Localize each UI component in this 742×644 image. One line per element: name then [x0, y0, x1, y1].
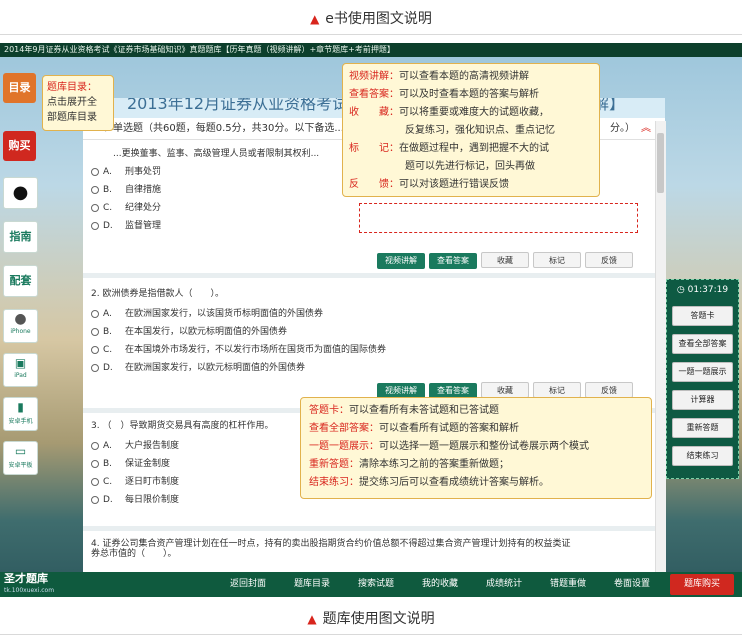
android-phone-button[interactable]: ▮ 安卓手机 — [3, 397, 38, 431]
catalog-button[interactable]: 目录 — [3, 73, 36, 103]
option-c[interactable]: C. 逐日盯市制度 — [91, 474, 179, 487]
tablet-icon: ▣ — [14, 356, 27, 370]
option-d[interactable]: D. 每日限价制度 — [91, 492, 179, 505]
buy-button[interactable]: 购买 — [3, 131, 36, 161]
app-window: 2014年9月证券从业资格考试《证券市场基础知识》真题题库【历年真题（视频讲解）… — [0, 43, 742, 597]
question-divider — [83, 526, 665, 531]
radio-icon[interactable] — [91, 327, 99, 336]
question-text: ...更换董事、监事、高级管理人员或者限制其权利... — [113, 149, 320, 159]
nav-favorites[interactable]: 我的收藏 — [412, 572, 468, 597]
answer-card-button[interactable]: 答题卡 — [672, 306, 733, 326]
nav-stats[interactable]: 成绩统计 — [476, 572, 532, 597]
finish-button[interactable]: 结束练习 — [672, 446, 733, 466]
catalog-callout: 题库目录： 点击展开全 部题库目录 — [42, 75, 114, 131]
option-b[interactable]: B. 自律措施 — [91, 182, 161, 195]
radio-icon[interactable] — [91, 441, 99, 450]
radio-icon[interactable] — [91, 167, 99, 176]
radio-icon[interactable] — [91, 309, 99, 318]
collapse-chevron-icon[interactable]: ︽ — [641, 118, 651, 140]
option-d[interactable]: D. 在欧洲国家发行，以欧元标明面值的外国债券 — [91, 360, 305, 373]
left-rail: 目录 购买 ● 指南 配套 ● iPhone ▣ iPad ▮ 安卓手机 ▭ 安… — [2, 65, 38, 545]
nav-catalog[interactable]: 题库目录 — [284, 572, 340, 597]
radio-icon[interactable] — [91, 363, 99, 372]
option-b[interactable]: B. 保证金制度 — [91, 456, 170, 469]
radio-icon[interactable] — [91, 221, 99, 230]
mark-button[interactable]: 标记 — [533, 382, 581, 398]
logo: 圣才题库 tk.100xuexi.com — [4, 572, 55, 595]
panel-tools-callout: 答题卡：可以查看所有未答试题和已答试题 查看全部答案：可以查看所有试题的答案和解… — [300, 397, 652, 499]
favorite-button[interactable]: 收藏 — [481, 382, 529, 398]
mark-button[interactable]: 标记 — [533, 252, 581, 268]
ipad-button[interactable]: ▣ iPad — [3, 353, 38, 387]
kit-button[interactable]: 配套 — [3, 265, 38, 297]
radio-icon[interactable] — [91, 203, 99, 212]
view-all-answers-button[interactable]: 查看全部答案 — [672, 334, 733, 354]
qq-penguin-icon: ● — [12, 182, 29, 203]
question-2: 2. 欧洲债券是指借款人（ ）。 A. 在欧洲国家发行，以该国货币标明面值的外国债… — [83, 280, 665, 408]
question-text-cont: 券总市值的（ ）。 — [91, 549, 177, 559]
qq-button[interactable]: ● — [3, 177, 38, 209]
bottom-caption: ▲ 题库使用图文说明 — [307, 611, 435, 627]
top-caption: ▲ e书使用图文说明 — [310, 11, 432, 27]
android-icon: ▮ — [17, 400, 24, 414]
option-c[interactable]: C. 在本国境外市场发行，不以发行市场所在国货币为面值的国际债券 — [91, 342, 386, 355]
tools-panel: ◷ 01:37:19 答题卡 查看全部答案 一题一题展示 计算器 重新答题 结束… — [666, 279, 739, 479]
radio-icon[interactable] — [91, 495, 99, 504]
view-answer-button[interactable]: 查看答案 — [429, 253, 477, 269]
option-c[interactable]: C. 纪律处分 — [91, 200, 161, 213]
radio-icon[interactable] — [91, 459, 99, 468]
divider — [0, 634, 742, 635]
option-d[interactable]: D. 监督管理 — [91, 218, 161, 231]
option-a[interactable]: A. 刑事处罚 — [91, 164, 161, 177]
iphone-button[interactable]: ● iPhone — [3, 309, 38, 343]
bottom-nav: 圣才题库 tk.100xuexi.com 返回封面 题库目录 搜索试题 我的收藏 … — [0, 572, 742, 597]
scrollbar-thumb[interactable] — [657, 133, 664, 193]
question-text: 3. （ ）导致期货交易具有高度的杠杆作用。 — [91, 421, 274, 431]
nav-back-cover[interactable]: 返回封面 — [220, 572, 276, 597]
redo-button[interactable]: 重新答题 — [672, 418, 733, 438]
nav-wrong-redo[interactable]: 错题重做 — [540, 572, 596, 597]
feedback-button[interactable]: 反馈 — [585, 382, 633, 398]
divider — [0, 34, 742, 35]
triangle-icon: ▲ — [310, 12, 320, 26]
highlight-box — [359, 203, 638, 233]
window-title: 2014年9月证券从业资格考试《证券市场基础知识》真题题库【历年真题（视频讲解）… — [0, 43, 742, 57]
android-pad-button[interactable]: ▭ 安卓平板 — [3, 441, 38, 475]
clock-icon: ◷ — [676, 285, 685, 295]
nav-search[interactable]: 搜索试题 — [348, 572, 404, 597]
option-a[interactable]: A. 在欧洲国家发行，以该国货币标明面值的外国债券 — [91, 306, 323, 319]
feedback-button[interactable]: 反馈 — [585, 252, 633, 268]
one-by-one-button[interactable]: 一题一题展示 — [672, 362, 733, 382]
triangle-icon: ▲ — [307, 612, 317, 626]
question-toolbar: 视频讲解 查看答案 收藏 标记 反馈 — [373, 382, 633, 399]
nav-settings[interactable]: 卷面设置 — [604, 572, 660, 597]
favorite-button[interactable]: 收藏 — [481, 252, 529, 268]
apple-icon: ● — [14, 311, 27, 327]
calculator-button[interactable]: 计算器 — [672, 390, 733, 410]
radio-icon[interactable] — [91, 477, 99, 486]
option-a[interactable]: A. 大户报告制度 — [91, 438, 179, 451]
question-toolbar: 视频讲解 查看答案 收藏 标记 反馈 — [373, 252, 633, 269]
question-text: 2. 欧洲债券是指借款人（ ）。 — [91, 289, 224, 299]
question-tools-callout: 视频讲解：可以查看本题的高清视频讲解 查看答案：可以及时查看本题的答案与解析 收… — [342, 63, 600, 197]
video-button[interactable]: 视频讲解 — [377, 253, 425, 269]
tablet-icon: ▭ — [14, 444, 27, 458]
timer: ◷ 01:37:19 — [676, 285, 729, 295]
buy-bank-button[interactable]: 题库购买 — [670, 574, 734, 595]
radio-icon[interactable] — [91, 345, 99, 354]
scrollbar[interactable] — [655, 121, 666, 597]
radio-icon[interactable] — [91, 185, 99, 194]
guide-button[interactable]: 指南 — [3, 221, 38, 253]
option-b[interactable]: B. 在本国发行，以欧元标明面值的外国债券 — [91, 324, 287, 337]
question-divider — [83, 273, 665, 278]
